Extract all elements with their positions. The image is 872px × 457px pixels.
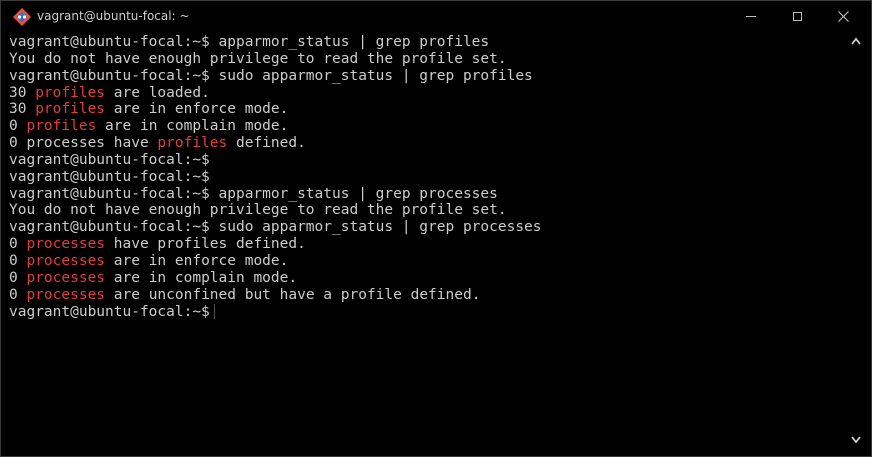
- highlighted-match: processes: [26, 252, 106, 269]
- terminal-text: are in enforce mode.: [105, 101, 289, 118]
- terminal-text: 0: [9, 286, 27, 303]
- terminal-line: vagrant@ubuntu-focal:~$ apparmor_status …: [9, 34, 841, 51]
- terminal-window: vagrant@ubuntu-focal: ~ vagrant@ubuntu-f…: [0, 0, 872, 457]
- terminal-line: You do not have enough privilege to read…: [9, 51, 841, 68]
- terminal-text: are loaded.: [105, 84, 210, 101]
- terminal-line: 30 profiles are loaded.: [9, 85, 841, 102]
- title-bar[interactable]: vagrant@ubuntu-focal: ~: [1, 1, 871, 32]
- terminal-line: 0 profiles are in complain mode.: [9, 118, 841, 135]
- highlighted-match: processes: [26, 269, 106, 286]
- terminal-text: 0 processes have: [9, 135, 158, 152]
- terminal-text: 0: [9, 269, 27, 286]
- terminal-text: 0: [9, 252, 27, 269]
- terminal-prompt-line[interactable]: vagrant@ubuntu-focal:~$: [9, 303, 841, 321]
- window-title: vagrant@ubuntu-focal: ~: [37, 9, 190, 23]
- terminal-line: 0 processes are in enforce mode.: [9, 253, 841, 270]
- scroll-down-icon[interactable]: [851, 436, 861, 444]
- minimize-icon: [746, 16, 756, 17]
- close-button[interactable]: [820, 1, 866, 32]
- terminal-text: vagrant@ubuntu-focal:~$ sudo apparmor_st…: [9, 219, 542, 236]
- terminal-line: 0 processes have profiles defined.: [9, 236, 841, 253]
- terminal-line: 0 processes are in complain mode.: [9, 270, 841, 287]
- terminal-prompt: vagrant@ubuntu-focal:~$: [9, 303, 210, 320]
- terminal-line: vagrant@ubuntu-focal:~$ sudo apparmor_st…: [9, 219, 841, 236]
- terminal-text: vagrant@ubuntu-focal:~$ apparmor_status …: [9, 34, 490, 50]
- terminal-text: vagrant@ubuntu-focal:~$: [9, 168, 210, 185]
- highlighted-match: profiles: [157, 135, 228, 152]
- minimize-button[interactable]: [728, 1, 774, 32]
- highlighted-match: profiles: [26, 118, 97, 135]
- terminal-line: 0 processes have profiles defined.: [9, 135, 841, 152]
- text-cursor: [213, 303, 215, 319]
- terminal-line: vagrant@ubuntu-focal:~$: [9, 152, 841, 169]
- scroll-up-icon[interactable]: [851, 37, 861, 45]
- terminal-text: 0: [9, 236, 27, 253]
- git-bash-icon: [13, 8, 31, 26]
- maximize-icon: [792, 12, 802, 21]
- highlighted-match: profiles: [35, 84, 106, 101]
- terminal-text: vagrant@ubuntu-focal:~$ apparmor_status …: [9, 185, 498, 202]
- terminal-text: defined.: [227, 135, 306, 152]
- terminal-text: are in enforce mode.: [105, 252, 289, 269]
- terminal-line: vagrant@ubuntu-focal:~$: [9, 169, 841, 186]
- terminal-text: 30: [9, 84, 36, 101]
- highlighted-match: processes: [26, 286, 106, 303]
- terminal-text: are in complain mode.: [105, 269, 298, 286]
- terminal-text: You do not have enough privilege to read…: [9, 50, 507, 67]
- terminal-text: are unconfined but have a profile define…: [105, 286, 481, 303]
- terminal-text: 0: [9, 118, 27, 135]
- terminal-line: 30 profiles are in enforce mode.: [9, 101, 841, 118]
- highlighted-match: profiles: [35, 101, 106, 118]
- terminal-line: You do not have enough privilege to read…: [9, 202, 841, 219]
- terminal-text: have profiles defined.: [105, 236, 306, 253]
- terminal-output[interactable]: vagrant@ubuntu-focal:~$ apparmor_status …: [9, 34, 841, 449]
- terminal-text: You do not have enough privilege to read…: [9, 202, 507, 219]
- terminal-line: 0 processes are unconfined but have a pr…: [9, 287, 841, 304]
- terminal-text: vagrant@ubuntu-focal:~$: [9, 151, 210, 168]
- highlighted-match: processes: [26, 236, 106, 253]
- terminal-line: vagrant@ubuntu-focal:~$ apparmor_status …: [9, 186, 841, 203]
- vertical-scrollbar[interactable]: [848, 32, 865, 452]
- maximize-button[interactable]: [774, 1, 820, 32]
- terminal-text: vagrant@ubuntu-focal:~$ sudo apparmor_st…: [9, 67, 533, 84]
- terminal-line: vagrant@ubuntu-focal:~$ sudo apparmor_st…: [9, 68, 841, 85]
- terminal-text: 30: [9, 101, 36, 118]
- close-icon: [837, 11, 849, 22]
- terminal-text: are in complain mode.: [96, 118, 289, 135]
